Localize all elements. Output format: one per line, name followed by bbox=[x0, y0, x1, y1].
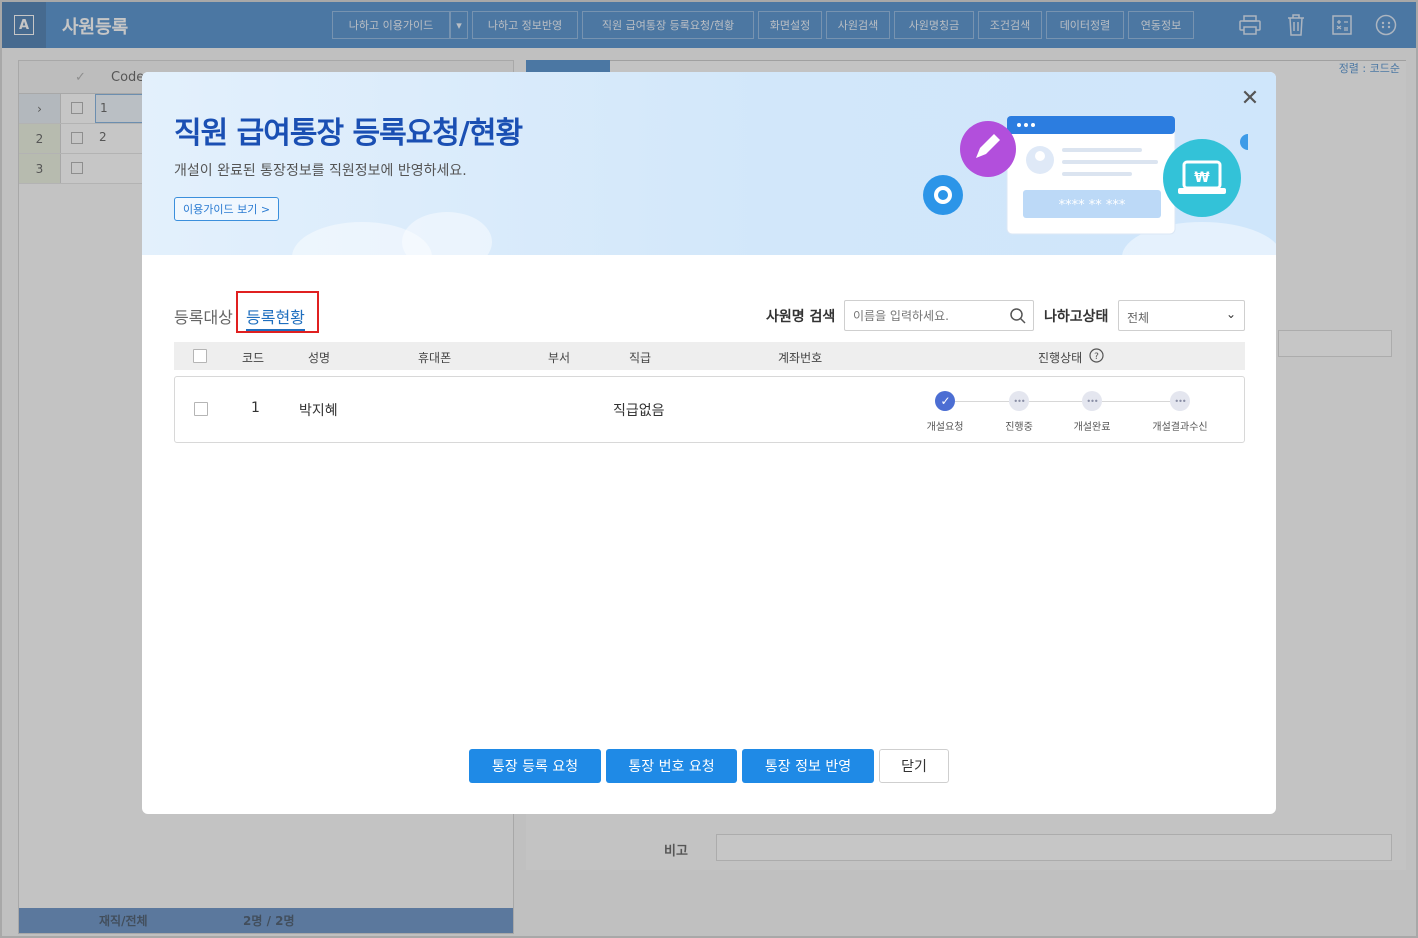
svg-text:**** ** ***: **** ** *** bbox=[1059, 198, 1126, 213]
progress-steps: ✓ ••• ••• ••• 개설요청 진행중 개설완료 개설결과수신 bbox=[915, 387, 1235, 437]
svg-text:₩: ₩ bbox=[1194, 170, 1210, 186]
pending-dots-icon: ••• bbox=[1009, 391, 1029, 411]
search-label: 사원명 검색 bbox=[766, 309, 836, 325]
modal-title: 직원 급여통장 등록요청/현황 bbox=[174, 116, 523, 151]
table-row[interactable]: 1 박지혜 직급없음 ✓ ••• ••• ••• 개설요청 진행중 개설완료 개… bbox=[174, 376, 1245, 443]
col-dept: 부서 bbox=[548, 351, 571, 365]
filter-label: 나하고상태 bbox=[1044, 309, 1109, 325]
search-icon[interactable] bbox=[1009, 307, 1027, 325]
table-header: 코드 성명 휴대폰 부서 직급 계좌번호 진행상태 ? bbox=[174, 342, 1245, 370]
row-checkbox[interactable] bbox=[194, 402, 208, 416]
tab-register-target[interactable]: 등록대상 bbox=[174, 304, 233, 328]
step-label: 진행중 bbox=[1005, 422, 1033, 433]
row-code: 1 bbox=[251, 400, 260, 416]
row-name: 박지혜 bbox=[299, 403, 338, 419]
banner-cloud bbox=[402, 212, 492, 272]
status-select[interactable]: 전체 ⌄ bbox=[1118, 300, 1245, 331]
banner-illustration: **** ** *** ₩ bbox=[923, 115, 1248, 235]
guide-button[interactable]: 이용가이드 보기 > bbox=[174, 197, 280, 221]
col-phone: 휴대폰 bbox=[418, 351, 452, 365]
bank-account-modal: 직원 급여통장 등록요청/현황 개설이 완료된 통장정보를 직원정보에 반영하세… bbox=[142, 72, 1276, 814]
row-rank: 직급없음 bbox=[613, 403, 665, 419]
svg-text:?: ? bbox=[1094, 352, 1099, 362]
apply-info-button[interactable]: 통장 정보 반영 bbox=[742, 749, 874, 783]
select-all-checkbox[interactable] bbox=[193, 349, 207, 363]
pending-dots-icon: ••• bbox=[1082, 391, 1102, 411]
close-icon[interactable]: ✕ bbox=[1238, 88, 1262, 112]
col-status: 진행상태 bbox=[1038, 351, 1083, 365]
highlight-box bbox=[236, 291, 319, 333]
modal-subtitle: 개설이 완료된 통장정보를 직원정보에 반영하세요. bbox=[174, 163, 467, 179]
col-name: 성명 bbox=[308, 351, 331, 365]
pending-dots-icon: ••• bbox=[1170, 391, 1190, 411]
request-number-button[interactable]: 통장 번호 요청 bbox=[606, 749, 737, 783]
status-select-value: 전체 bbox=[1127, 311, 1150, 325]
check-icon: ✓ bbox=[935, 391, 955, 411]
help-icon[interactable]: ? bbox=[1089, 348, 1104, 363]
search-box bbox=[844, 300, 1034, 331]
col-account: 계좌번호 bbox=[778, 351, 823, 365]
step-label: 개설요청 bbox=[926, 422, 964, 433]
col-rank: 직급 bbox=[629, 351, 652, 365]
step-connector bbox=[1028, 401, 1082, 402]
col-code: 코드 bbox=[242, 351, 265, 365]
modal-banner: 직원 급여통장 등록요청/현황 개설이 완료된 통장정보를 직원정보에 반영하세… bbox=[142, 72, 1276, 292]
search-input[interactable] bbox=[853, 307, 1003, 325]
request-register-button[interactable]: 통장 등록 요청 bbox=[469, 749, 601, 783]
close-button[interactable]: 닫기 bbox=[879, 749, 949, 783]
step-connector bbox=[955, 401, 1009, 402]
step-label: 개설완료 bbox=[1073, 422, 1111, 433]
step-label: 개설결과수신 bbox=[1152, 422, 1208, 433]
chevron-down-icon: ⌄ bbox=[1225, 307, 1236, 321]
step-connector bbox=[1102, 401, 1170, 402]
